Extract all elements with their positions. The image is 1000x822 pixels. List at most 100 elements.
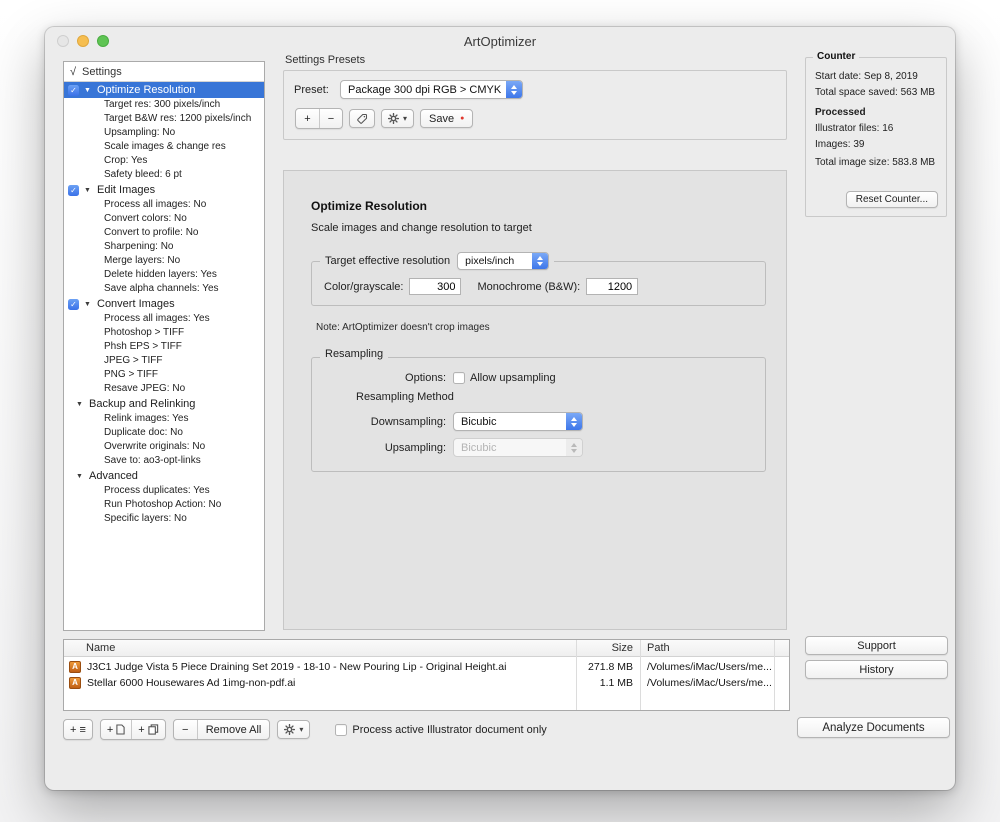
tree-setting-item[interactable]: Phsh EPS > TIFF [64,340,264,354]
disclosure-triangle-icon[interactable]: ▼ [76,473,85,480]
reset-counter-button[interactable]: Reset Counter... [846,191,938,208]
tree-setting-item[interactable]: Convert colors: No [64,212,264,226]
tree-setting-item[interactable]: Convert to profile: No [64,226,264,240]
group-checkbox-checked[interactable]: ✓ [68,185,79,196]
tree-setting-item[interactable]: Save alpha channels: Yes [64,282,264,296]
tree-setting-item[interactable]: Scale images & change res [64,140,264,154]
preset-actions-gear-button[interactable]: ▾ [381,109,414,128]
counter-row-label: Total image size: [815,157,889,168]
tree-setting-item[interactable]: Delete hidden layers: Yes [64,268,264,282]
group-checkbox-checked[interactable]: ✓ [68,85,79,96]
settings-tree: √ Settings ✓▼Optimize ResolutionTarget r… [63,61,265,631]
analyze-documents-button[interactable]: Analyze Documents [797,717,950,738]
disclosure-triangle-icon[interactable]: ▼ [84,187,93,194]
check-column-header: √ [64,66,82,78]
tree-group-label: Backup and Relinking [89,398,195,410]
allow-upsampling-label: Allow upsampling [470,372,556,384]
file-path: /Volumes/iMac/Users/me... [641,661,775,673]
list-actions-gear-button[interactable]: ▾ [277,720,310,739]
add-file-list-button[interactable]: +≡ [64,720,92,739]
tree-setting-item[interactable]: JPEG > TIFF [64,354,264,368]
tree-setting-item[interactable]: Target res: 300 pixels/inch [64,98,264,112]
column-header-size[interactable]: Size [577,642,641,654]
settings-presets-box: Preset: Package 300 dpi RGB > CMYK + − [283,70,787,140]
tree-setting-item[interactable]: Run Photoshop Action: No [64,498,264,512]
column-header-path[interactable]: Path [641,642,775,654]
add-preset-button[interactable]: + [296,109,319,128]
remove-all-label: Remove All [206,724,262,736]
downsampling-value: Bicubic [461,416,561,428]
illustrator-file-icon: A [69,677,81,689]
tree-setting-item[interactable]: Upsampling: No [64,126,264,140]
column-header-name[interactable]: Name [64,642,577,654]
process-active-doc-checkbox[interactable] [335,724,347,736]
color-grayscale-input[interactable] [409,278,461,295]
tree-setting-item[interactable]: PNG > TIFF [64,368,264,382]
disclosure-triangle-icon[interactable]: ▼ [76,401,85,408]
counter-row-label: Illustrator files: [815,123,879,134]
downsampling-label: Downsampling: [318,416,446,428]
tree-group-convert-images[interactable]: ✓▼Convert Images [64,296,264,312]
tree-setting-item[interactable]: Merge layers: No [64,254,264,268]
process-active-doc-label: Process active Illustrator document only [352,724,546,736]
preset-select-value: Package 300 dpi RGB > CMYK [348,84,501,96]
desktop-background: ArtOptimizer √ Settings ✓▼Optimize Resol… [0,0,1000,822]
plus-icon: + [107,724,113,736]
tree-group-optimize-resolution[interactable]: ✓ ▼ Optimize Resolution [64,82,264,98]
tree-setting-item[interactable]: Safety bleed: 6 pt [64,168,264,182]
resolution-unit-select[interactable]: pixels/inch [457,252,549,270]
add-document-button[interactable]: + [101,720,131,739]
tree-setting-item[interactable]: Resave JPEG: No [64,382,264,396]
counter-row-value: 39 [853,139,864,150]
delete-preset-button[interactable]: − [319,109,342,128]
tree-setting-item[interactable]: Photoshop > TIFF [64,326,264,340]
preset-select[interactable]: Package 300 dpi RGB > CMYK [340,80,523,99]
tree-group-label: Optimize Resolution [97,84,195,96]
remove-all-button[interactable]: Remove All [197,720,270,739]
settings-tree-body: ✓ ▼ Optimize Resolution Target res: 300 pix… [64,82,264,526]
tree-setting-item[interactable]: Relink images: Yes [64,412,264,426]
tree-group-backup-and-relinking[interactable]: ▼ Backup and Relinking [64,396,264,412]
crop-note: Note: ArtOptimizer doesn't crop images [316,322,766,333]
tree-setting-item[interactable]: Crop: Yes [64,154,264,168]
minus-icon: − [328,113,334,125]
disclosure-triangle-icon[interactable]: ▼ [84,87,93,94]
history-button[interactable]: History [805,660,948,679]
tree-setting-item[interactable]: Process all images: No [64,198,264,212]
tree-setting-item[interactable]: Overwrite originals: No [64,440,264,454]
downsampling-select[interactable]: Bicubic [453,412,583,431]
add-files-group: +≡ [63,719,93,740]
monochrome-input[interactable] [586,278,638,295]
group-checkbox-checked[interactable]: ✓ [68,299,79,310]
tree-setting-item[interactable]: Save to: ao3-opt-links [64,454,264,468]
file-table-header: Name Size Path [64,640,789,657]
tree-setting-item[interactable]: Process duplicates: Yes [64,484,264,498]
tree-setting-item[interactable]: Duplicate doc: No [64,426,264,440]
tree-group-advanced[interactable]: ▼Advanced [64,468,264,484]
disclosure-triangle-icon[interactable]: ▼ [84,301,93,308]
window-titlebar[interactable]: ArtOptimizer [45,27,955,54]
stepper-icon [566,439,582,456]
file-row[interactable]: A J3C1 Judge Vista 5 Piece Draining Set … [64,659,789,675]
plus-icon: + [304,113,310,125]
tree-setting-item[interactable]: Specific layers: No [64,512,264,526]
save-preset-button[interactable]: Save ● [420,109,473,128]
file-row[interactable]: A Stellar 6000 Housewares Ad 1img-non-pd… [64,675,789,691]
tag-preset-button[interactable] [349,109,375,128]
upsampling-select-disabled[interactable]: Bicubic [453,438,583,457]
support-button[interactable]: Support [805,636,948,655]
allow-upsampling-checkbox[interactable] [453,372,465,384]
plus-icon: + [138,724,144,736]
tree-setting-item[interactable]: Target B&W res: 1200 pixels/inch [64,112,264,126]
tree-group-edit-images[interactable]: ✓ ▼ Edit Images [64,182,264,198]
column-divider [640,640,641,710]
window-title: ArtOptimizer [45,34,955,49]
file-size: 271.8 MB [577,661,641,673]
monochrome-label: Monochrome (B&W): [477,281,580,293]
remove-file-button[interactable]: − [174,720,197,739]
add-documents-button[interactable]: + [131,720,164,739]
tree-setting-item[interactable]: Sharpening: No [64,240,264,254]
tree-setting-item[interactable]: Process all images: Yes [64,312,264,326]
resampling-label: Resampling [325,348,383,360]
tree-group-label: Edit Images [97,184,155,196]
